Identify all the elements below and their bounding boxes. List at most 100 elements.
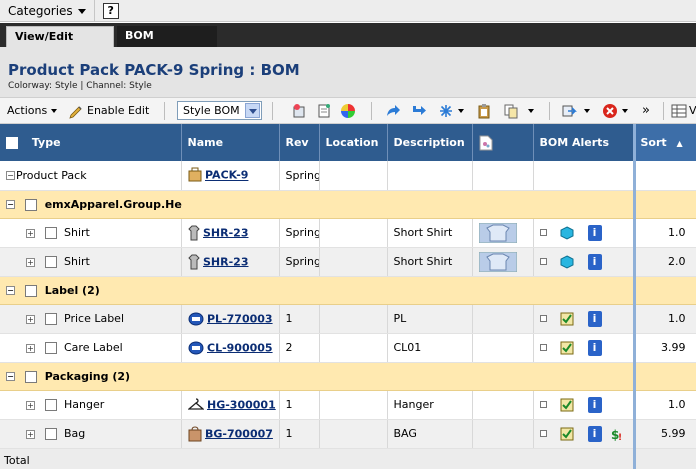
row-checkbox[interactable] [44,342,57,354]
group-checkbox[interactable] [24,198,37,211]
tab-strip: View/Edit BOM BOM Variants [0,23,696,63]
shirt-thumbnail-icon[interactable] [478,222,517,243]
copy-button[interactable] [503,98,534,123]
table-view-button[interactable]: V [671,98,696,123]
view-select[interactable]: Style BOM [177,101,262,120]
info-icon[interactable]: i [587,310,602,327]
view-select-value: Style BOM [183,104,240,117]
chevron-down-icon [77,9,86,14]
actions-menu[interactable]: Actions [7,98,58,123]
move-up-button[interactable] [385,98,401,123]
row-checkbox[interactable] [44,256,57,268]
group-checkbox[interactable] [24,284,37,297]
type-cell: + Care Label [0,333,182,363]
check-icon[interactable] [560,341,574,355]
info-icon[interactable]: i [587,425,602,442]
name-link[interactable]: CL-900005 [207,341,273,354]
expand-icon[interactable]: + [26,314,35,324]
colorway-button[interactable] [340,98,356,123]
enable-edit-button[interactable]: Enable Edit [68,98,149,123]
row-checkbox[interactable] [44,399,57,411]
hexagon-icon[interactable] [560,225,574,240]
info-icon[interactable]: i [587,396,602,413]
column-header-bom-alerts[interactable]: BOM Alerts [533,124,635,161]
check-icon[interactable] [560,312,574,326]
rev-cell: 1 [279,390,320,420]
rev-cell: 1 [279,419,320,449]
expand-button[interactable] [438,98,464,123]
paste-button[interactable] [476,98,492,123]
add-existing-button[interactable] [291,98,307,123]
expand-icon[interactable]: + [26,400,35,410]
collapse-icon[interactable]: − [6,286,15,295]
group-label: Packaging (2) [44,369,131,383]
expand-icon[interactable]: + [26,429,35,439]
more-button[interactable]: » [642,98,650,123]
group-row[interactable]: − Packaging (2) [0,362,696,391]
dollar-icon[interactable]: $! [611,426,625,442]
add-new-button[interactable] [316,98,332,123]
delete-icon [603,103,617,118]
collapse-icon[interactable]: − [6,171,15,181]
column-resize-handle[interactable] [633,124,636,469]
delete-button[interactable] [602,98,628,123]
column-header-sort[interactable]: Sort ▲ [634,124,696,161]
page-subtitle: Colorway: Style | Channel: Style [8,81,152,91]
categories-menu[interactable]: Categories [0,0,95,22]
row-checkbox[interactable] [44,428,57,440]
column-header-name[interactable]: Name [181,124,280,161]
table-row[interactable]: + Care Label CL-900005 2 CL01 i 3.99 [0,333,696,363]
table-row[interactable]: + Price Label PL-770003 1 PL i 1.0 [0,304,696,334]
hexagon-icon[interactable] [560,254,574,269]
shirt-thumbnail-icon[interactable] [478,251,517,272]
toolbar-divider [663,102,664,120]
row-checkbox[interactable] [44,227,57,239]
image-cell [472,333,534,363]
info-icon[interactable]: i [587,224,602,241]
tab-bom-variants[interactable]: BOM Variants [117,26,217,62]
column-header-type[interactable]: Type [0,124,182,161]
expand-icon[interactable]: + [26,343,35,353]
type-text: Shirt [64,255,90,268]
tab-view-edit-bom[interactable]: View/Edit BOM [6,26,114,63]
column-header-rev[interactable]: Rev [279,124,320,161]
name-link[interactable]: BG-700007 [205,427,273,440]
name-link[interactable]: SHR-23 [203,255,248,268]
group-row[interactable]: − Label (2) [0,276,696,305]
table-row[interactable]: + Bag BG-700007 1 BAG i $! 5.99 [0,419,696,449]
top-menubar: Categories ? [0,0,696,22]
name-link[interactable]: SHR-23 [203,226,248,239]
column-header-description[interactable]: Description [387,124,473,161]
replace-button[interactable] [561,98,590,123]
name-link[interactable]: PL-770003 [207,312,273,325]
table-row[interactable]: + Hanger HG-300001 1 Hanger i 1.0 [0,390,696,420]
name-link[interactable]: PACK-9 [205,169,248,182]
collapse-icon[interactable]: − [6,372,15,381]
table-row[interactable]: + Shirt SHR-23 Spring Short Shirt i [0,247,696,277]
check-icon[interactable] [560,427,574,441]
expand-icon[interactable]: + [26,257,35,267]
sort-cell: 3.99 [634,333,696,363]
help-icon[interactable]: ? [102,2,119,19]
move-down-button[interactable] [411,98,427,123]
sort-ascending-icon: ▲ [676,139,683,148]
select-all-checkbox[interactable] [6,137,18,149]
group-row[interactable]: − emxApparel.Group.He [0,190,696,219]
categories-label: Categories [8,3,73,18]
image-cell [472,419,534,449]
check-icon[interactable] [560,398,574,412]
group-label: Label (2) [44,283,100,297]
name-link[interactable]: HG-300001 [207,398,276,411]
table-row[interactable]: + Shirt SHR-23 Spring Short Shirt i [0,218,696,248]
column-header-location[interactable]: Location [319,124,388,161]
group-checkbox[interactable] [24,370,37,383]
table-row-root[interactable]: − Product Pack PACK-9 Spring [0,161,696,191]
chevron-down-icon [622,108,628,113]
collapse-icon[interactable]: − [6,200,15,209]
info-icon[interactable]: i [587,253,602,270]
expand-icon[interactable]: + [26,228,35,238]
column-header-image[interactable] [472,124,534,161]
row-checkbox[interactable] [44,313,57,325]
info-icon[interactable]: i [587,339,602,356]
image-cell [472,218,534,248]
